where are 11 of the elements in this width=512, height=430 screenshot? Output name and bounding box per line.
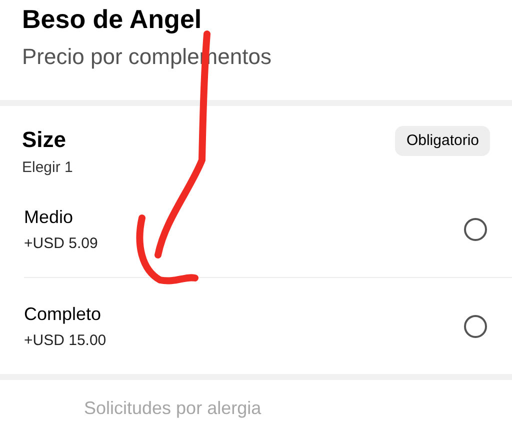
required-badge: Obligatorio [395,126,490,156]
section-hint: Elegir 1 [22,158,73,178]
allergy-link[interactable]: Solicitudes por alergia [84,398,262,418]
radio-button[interactable] [464,218,487,241]
section-title: Size [22,126,68,154]
radio-button[interactable] [464,314,487,338]
option-label: Completo [24,302,102,326]
option-price: +USD 5.09 [24,234,98,254]
option-label: Medio [24,206,74,229]
option-price: +USD 15.00 [24,330,106,350]
item-title: Beso de Angel [22,3,203,36]
